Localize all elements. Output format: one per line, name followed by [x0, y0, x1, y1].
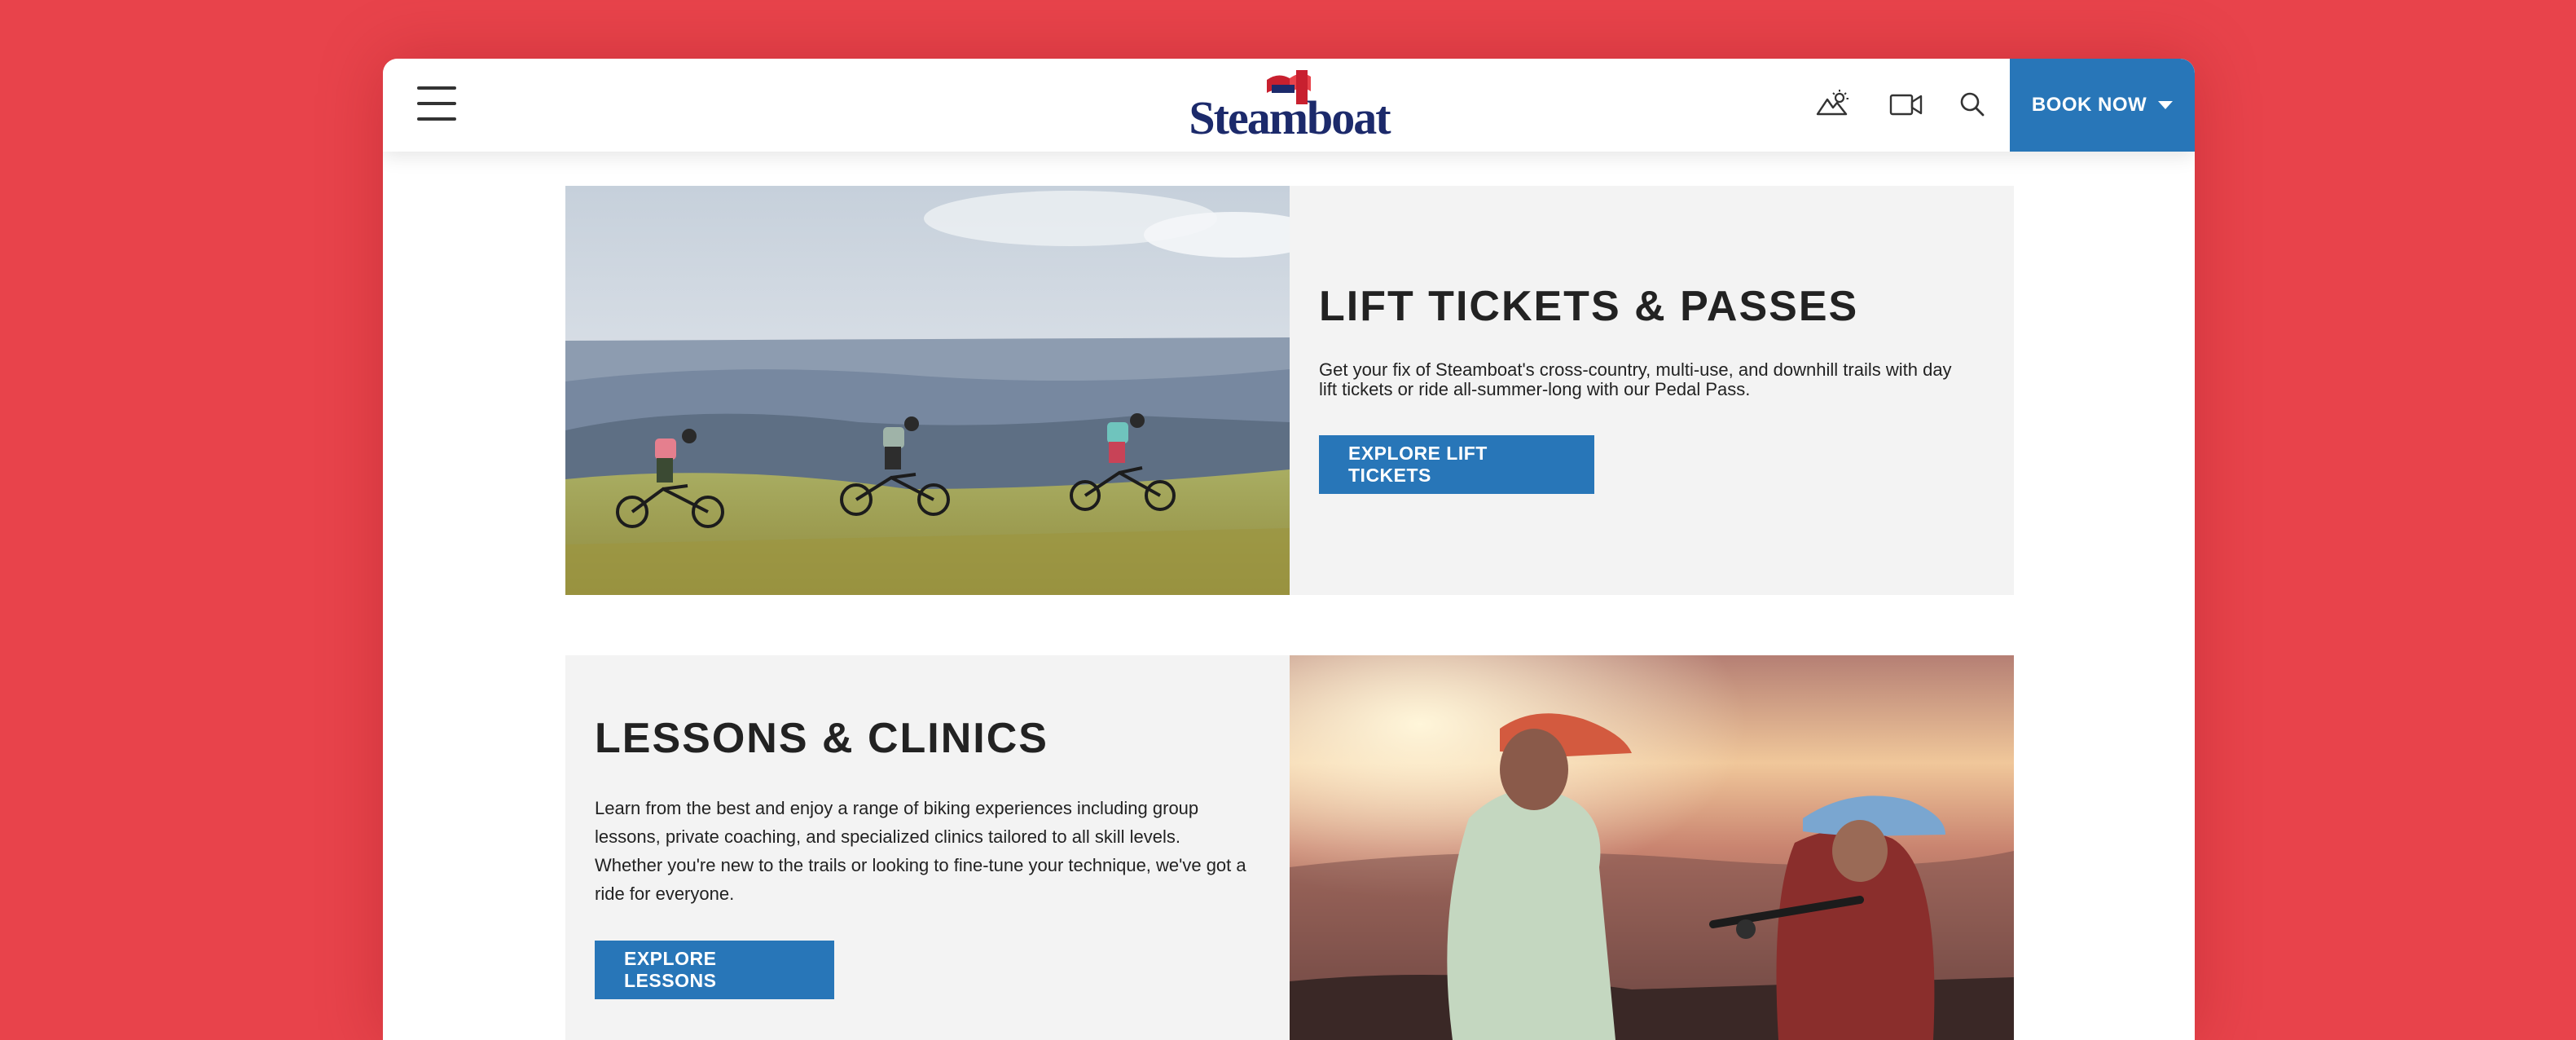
logo-wordmark: Steamboat: [1189, 91, 1391, 144]
camera-icon[interactable]: [1888, 88, 1924, 121]
lift-tickets-description: Get your fix of Steamboat's cross-countr…: [1319, 359, 1952, 399]
lessons-description: Learn from the best and enjoy a range of…: [595, 798, 1246, 904]
riders-at-sunset-photo: [1290, 655, 2014, 1040]
explore-lift-tickets-button[interactable]: EXPLORE LIFT TICKETS: [1319, 435, 1594, 494]
mountain-bikers-on-ridge-photo: [565, 186, 1290, 595]
browser-window: Steamboat BOOK NOW LIFT TICKETS & PASSES…: [383, 59, 2195, 1040]
lessons-section: LESSONS & CLINICS Learn from the best an…: [565, 655, 2014, 1040]
book-now-label: BOOK NOW: [2031, 94, 2147, 116]
lift-tickets-text: LIFT TICKETS & PASSES Get your fix of St…: [1290, 186, 2014, 595]
steamboat-logo[interactable]: Steamboat: [1169, 68, 1409, 143]
weather-icon[interactable]: [1815, 88, 1851, 121]
explore-lessons-button[interactable]: EXPLORE LESSONS: [595, 941, 834, 999]
lift-tickets-title: LIFT TICKETS & PASSES: [1319, 283, 1859, 330]
hamburger-menu-icon[interactable]: [417, 86, 456, 121]
lessons-text: LESSONS & CLINICS Learn from the best an…: [565, 655, 1290, 1040]
lessons-title: LESSONS & CLINICS: [595, 715, 1048, 762]
chevron-down-icon: [2158, 101, 2174, 109]
site-header: Steamboat BOOK NOW: [383, 59, 2195, 152]
lift-tickets-section: LIFT TICKETS & PASSES Get your fix of St…: [565, 186, 2014, 595]
search-icon[interactable]: [1955, 88, 1991, 121]
book-now-button[interactable]: BOOK NOW: [2010, 59, 2195, 152]
